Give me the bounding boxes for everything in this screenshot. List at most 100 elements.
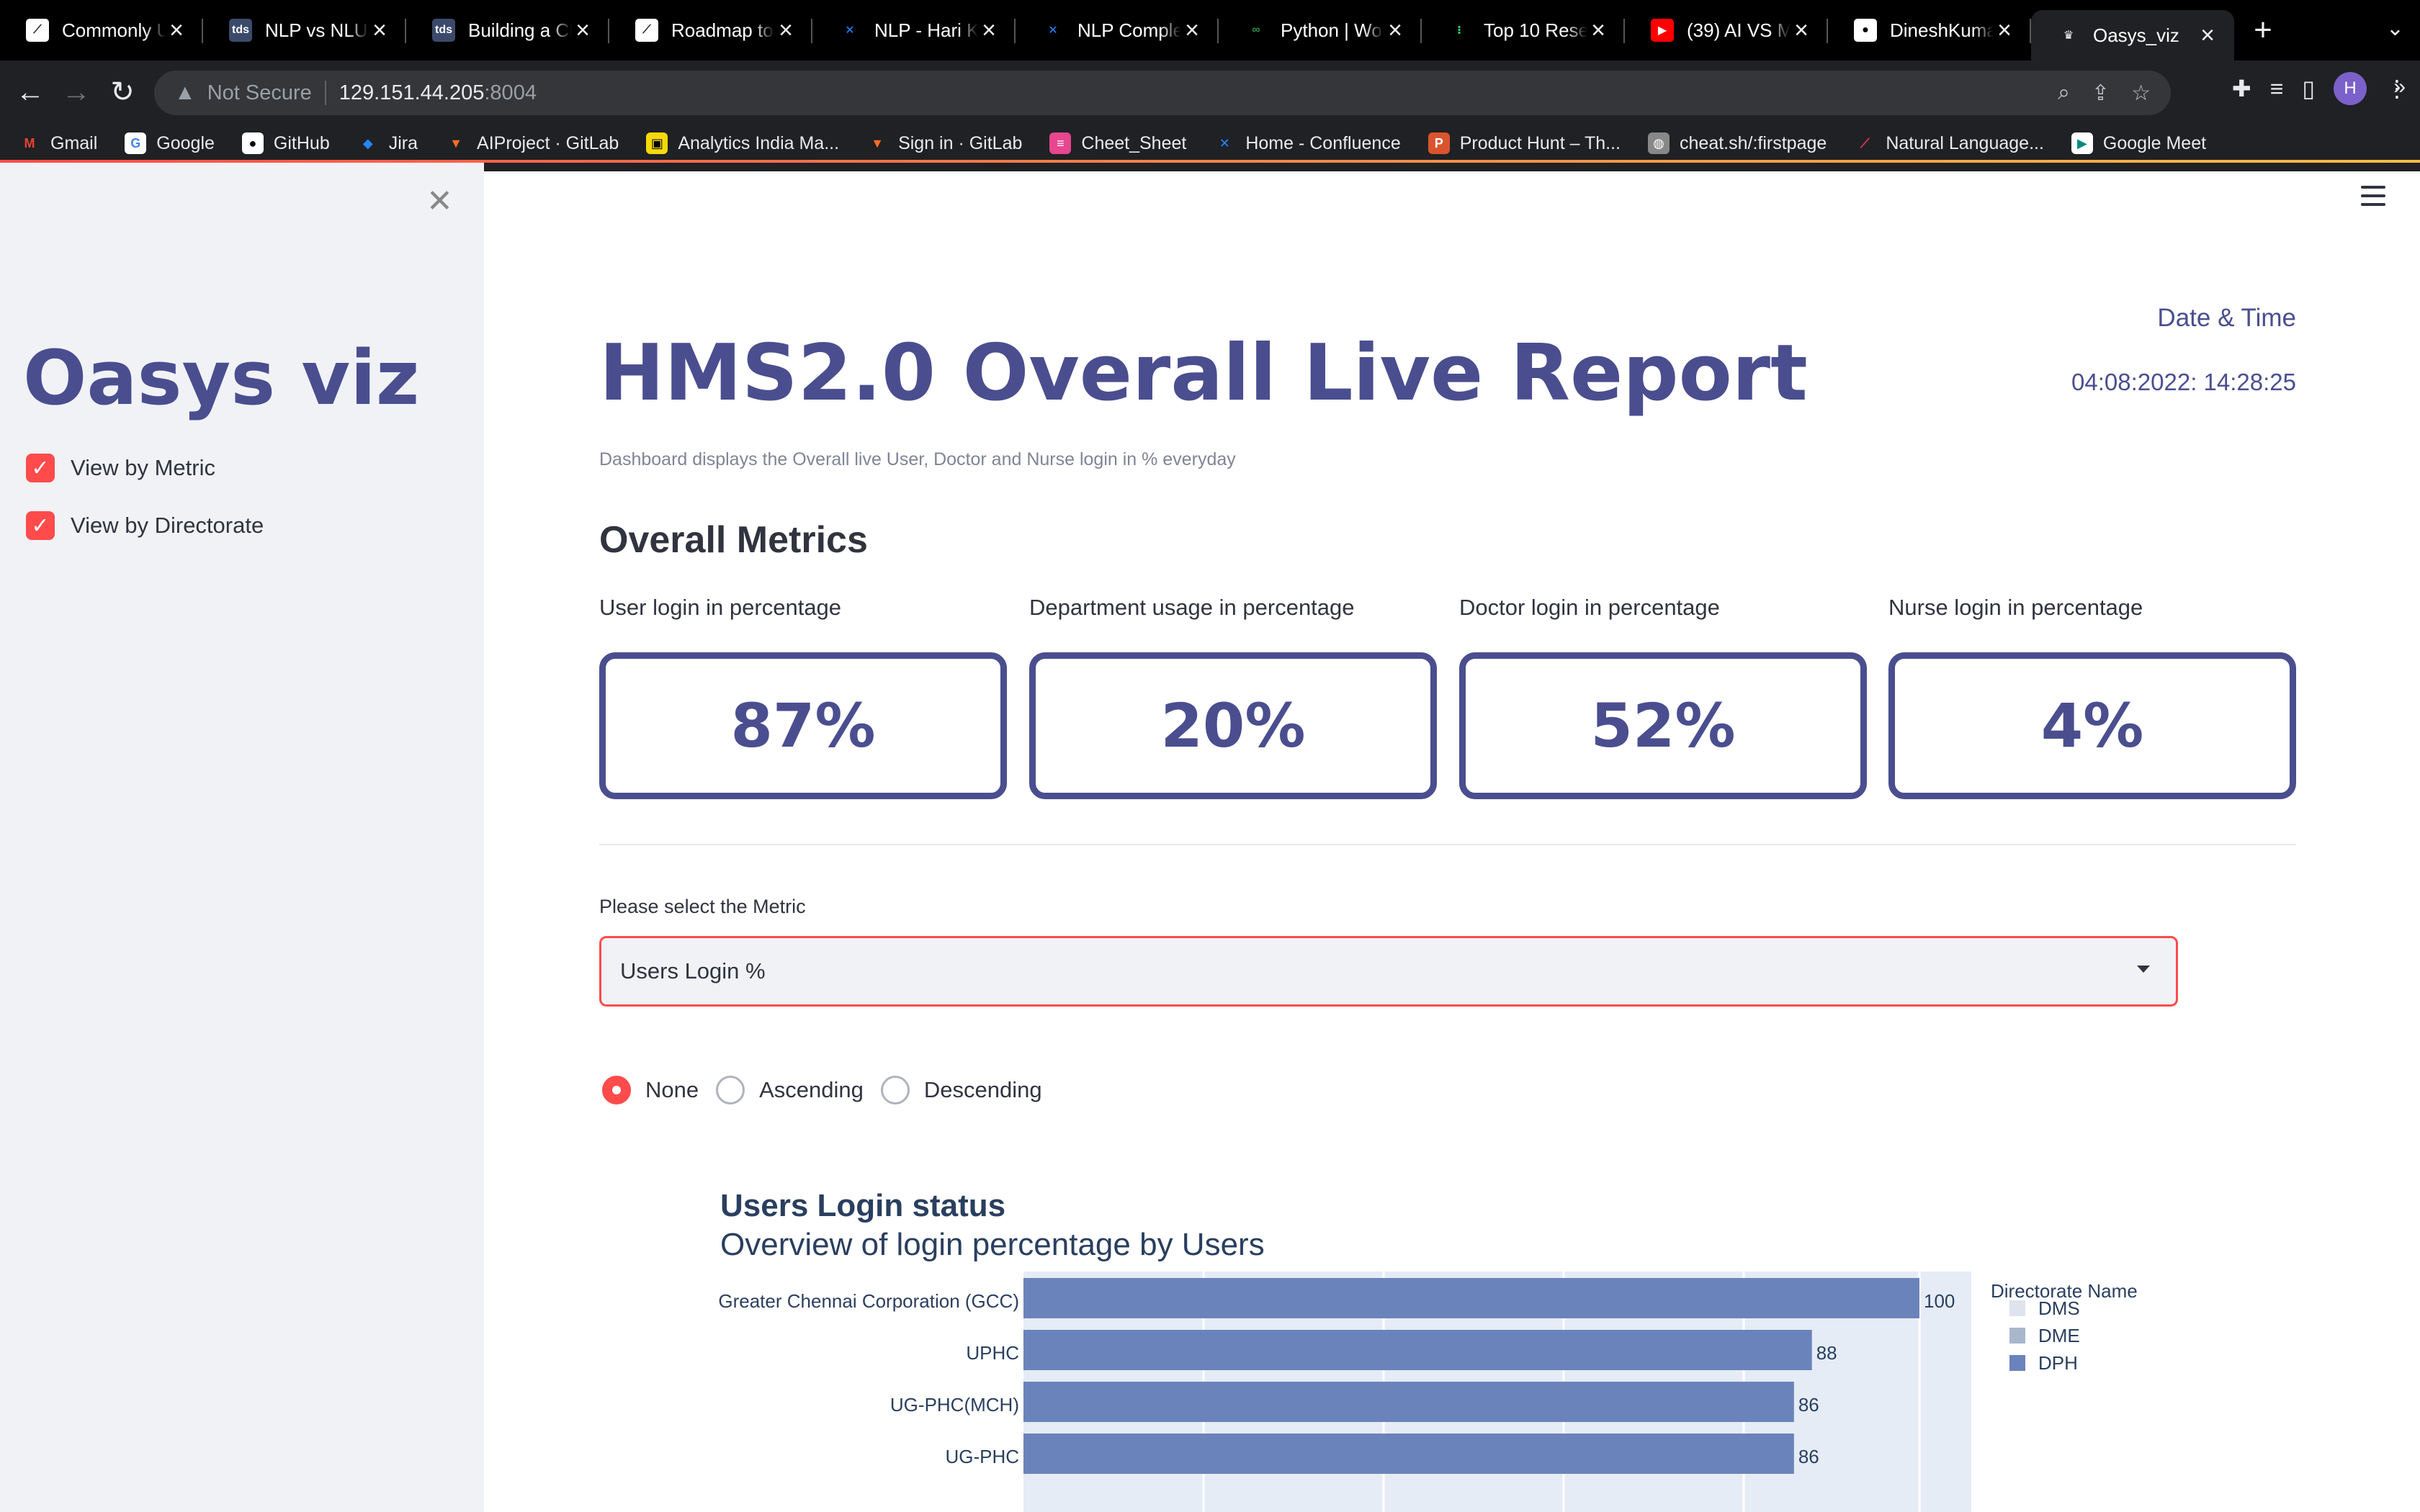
browser-tab[interactable]: ♛ Oasys_viz × xyxy=(2031,10,2234,60)
tab-title: Top 10 Resea xyxy=(1484,19,1587,41)
more-bookmarks-icon[interactable]: » xyxy=(2393,60,2406,114)
profile-avatar[interactable]: H xyxy=(2334,72,2367,105)
checkbox-view-by-directorate[interactable]: ✓ View by Directorate xyxy=(26,511,264,540)
reload-icon[interactable]: ↻ xyxy=(102,72,143,112)
radio-none[interactable]: None xyxy=(602,1076,699,1104)
metric-user-login: User login in percentage 87% xyxy=(599,595,1007,799)
bookmark-label: GitHub xyxy=(273,132,330,153)
tab-title: NLP Complet xyxy=(1077,19,1181,41)
bookmark-item[interactable]: ≡ Cheet_Sheet xyxy=(1049,132,1186,154)
browser-tab[interactable]: ⟋ Commonly Us× xyxy=(0,0,203,60)
bookmark-label: Google xyxy=(156,132,215,153)
bookmark-item[interactable]: ● GitHub xyxy=(241,132,330,154)
browser-tab[interactable]: ✕ NLP - Hari Ku × xyxy=(812,0,1016,60)
radio-label: Descending xyxy=(923,1077,1042,1102)
close-sidebar-icon[interactable]: ✕ xyxy=(426,183,453,220)
google-icon: G xyxy=(125,132,147,154)
datetime-label: Date & Time xyxy=(2157,304,2296,332)
close-tab-icon[interactable]: × xyxy=(166,17,187,45)
bookmark-item[interactable]: ▶ Google Meet xyxy=(2071,132,2206,154)
checkbox-view-by-metric[interactable]: ✓ View by Metric xyxy=(26,454,215,482)
bar-chart: 100 Greater Chennai Corporation (GCC) 88 UP… xyxy=(718,1272,2138,1512)
bar-value-label: 86 xyxy=(1798,1446,1819,1467)
checkbox-checked-icon[interactable]: ✓ xyxy=(26,454,55,482)
close-tab-icon[interactable]: × xyxy=(1791,17,1812,45)
bookmark-label: Gmail xyxy=(50,132,98,153)
close-tab-icon[interactable]: × xyxy=(1587,17,1609,45)
url-port: :8004 xyxy=(484,81,537,104)
tab-title: Commonly Us xyxy=(62,19,166,41)
side-panel-icon[interactable]: ▯ xyxy=(2302,75,2315,102)
metrics-heading: Overall Metrics xyxy=(599,519,868,561)
zoom-icon[interactable]: ⌕ xyxy=(2058,81,2070,105)
metric-doctor-login: Doctor login in percentage 52% xyxy=(1459,595,1867,799)
close-tab-icon[interactable]: × xyxy=(978,17,1000,45)
radio-label: None xyxy=(645,1077,699,1102)
tab-title: DineshKumar xyxy=(1890,19,1994,41)
extensions-icon[interactable]: ✚ xyxy=(2232,75,2251,102)
checkbox-checked-icon[interactable]: ✓ xyxy=(26,511,55,540)
new-tab-icon[interactable]: + xyxy=(2234,0,2292,60)
gmail-icon: M xyxy=(24,135,35,150)
share-icon[interactable]: ⇪ xyxy=(2092,81,2110,106)
browser-tab[interactable]: tds Building a Ch × xyxy=(406,0,609,60)
browser-tab[interactable]: ∞ Python | Word× xyxy=(1219,0,1422,60)
radio-unselected-icon[interactable] xyxy=(716,1076,745,1104)
bookmark-label: Product Hunt – Th... xyxy=(1459,132,1621,153)
main-content: HMS2.0 Overall Live Report Date & Time 0… xyxy=(599,163,2296,1512)
bookmark-item[interactable]: ◍ cheat.sh/:firstpage xyxy=(1648,132,1827,154)
address-bar[interactable]: ▲ Not Secure 129.151.44.205 :8004 ⌕ ⇪ ☆ xyxy=(154,71,2171,115)
legend-entry-label: DPH xyxy=(2038,1352,2078,1374)
tab-title: NLP vs NLU v xyxy=(265,19,369,41)
star-icon[interactable]: ☆ xyxy=(2131,81,2151,106)
browser-tab[interactable]: ● DineshKumar × xyxy=(1828,0,2031,60)
bookmark-item[interactable]: ◆ Jira xyxy=(357,132,418,154)
dots-icon: ⁝ xyxy=(1456,24,1462,37)
radio-selected-icon[interactable] xyxy=(602,1076,631,1104)
bookmark-item[interactable]: ⟋ Natural Language... xyxy=(1854,132,2044,154)
bookmark-item[interactable]: M Gmail xyxy=(19,132,98,154)
close-tab-icon[interactable]: × xyxy=(1994,17,2015,45)
tab-strip: ⟋Commonly Us×tdsNLP vs NLU v×tdsBuilding… xyxy=(0,0,2420,60)
bookmark-item[interactable]: P Product Hunt – Th... xyxy=(1428,132,1621,154)
metric-select[interactable]: Users Login % xyxy=(599,936,2178,1007)
browser-tab[interactable]: ▶ (39) AI VS ML× xyxy=(1625,0,1828,60)
close-tab-icon[interactable]: × xyxy=(369,17,390,45)
bookmark-item[interactable]: ✕ Home - Confluence xyxy=(1214,132,1401,154)
browser-tab[interactable]: ⁝ Top 10 Resea× xyxy=(1422,0,1625,60)
confluence-icon: ✕ xyxy=(1219,135,1230,150)
sidebar: ✕ Oasys viz ✓ View by Metric ✓ View by D… xyxy=(0,163,484,1512)
radio-unselected-icon[interactable] xyxy=(880,1076,910,1104)
category-tick-label: UG-PHC(MCH) xyxy=(890,1394,1019,1416)
checkbox-label: View by Directorate xyxy=(71,513,264,538)
metric-department-usage: Department usage in percentage 20% xyxy=(1029,595,1437,799)
browser-tab[interactable]: tds NLP vs NLU v× xyxy=(203,0,406,60)
github-icon: ● xyxy=(241,132,264,154)
chevron-down-icon xyxy=(2137,966,2150,973)
tab-title: Building a Ch xyxy=(468,19,572,41)
tab-search-icon[interactable]: ⌄ xyxy=(2386,16,2404,41)
radio-ascending[interactable]: Ascending xyxy=(716,1076,864,1104)
browser-tab[interactable]: ⟋ Roadmap to N× xyxy=(609,0,812,60)
hamburger-menu-icon[interactable] xyxy=(2361,186,2385,212)
warning-icon: ▲ xyxy=(174,81,196,104)
radio-descending[interactable]: Descending xyxy=(880,1076,1042,1104)
bookmark-label: Sign in · GitLab xyxy=(898,132,1023,153)
close-tab-icon[interactable]: × xyxy=(572,17,593,45)
reading-list-icon[interactable]: ≡ xyxy=(2270,76,2284,102)
close-tab-icon[interactable]: × xyxy=(775,17,797,45)
bookmark-item[interactable]: G Google xyxy=(125,132,215,154)
browser-tab[interactable]: ✕ NLP Complet × xyxy=(1016,0,1219,60)
metric-label: Doctor login in percentage xyxy=(1459,595,1720,620)
browser-toolbar: ← → ↻ ▲ Not Secure 129.151.44.205 :8004 … xyxy=(0,60,2420,171)
bookmark-item[interactable]: ▼ Sign in · GitLab xyxy=(866,132,1022,154)
back-icon[interactable]: ← xyxy=(10,72,50,112)
bookmark-item[interactable]: ▣ Analytics India Ma... xyxy=(646,132,839,154)
close-tab-icon[interactable]: × xyxy=(2197,22,2218,50)
close-tab-icon[interactable]: × xyxy=(1181,17,1203,45)
forward-icon[interactable]: → xyxy=(56,72,97,112)
close-tab-icon[interactable]: × xyxy=(1384,17,1406,45)
bookmark-item[interactable]: ▼ AIProject · GitLab xyxy=(445,132,619,154)
sidebar-title: Oasys viz xyxy=(23,334,420,422)
metric-label: User login in percentage xyxy=(599,595,842,620)
